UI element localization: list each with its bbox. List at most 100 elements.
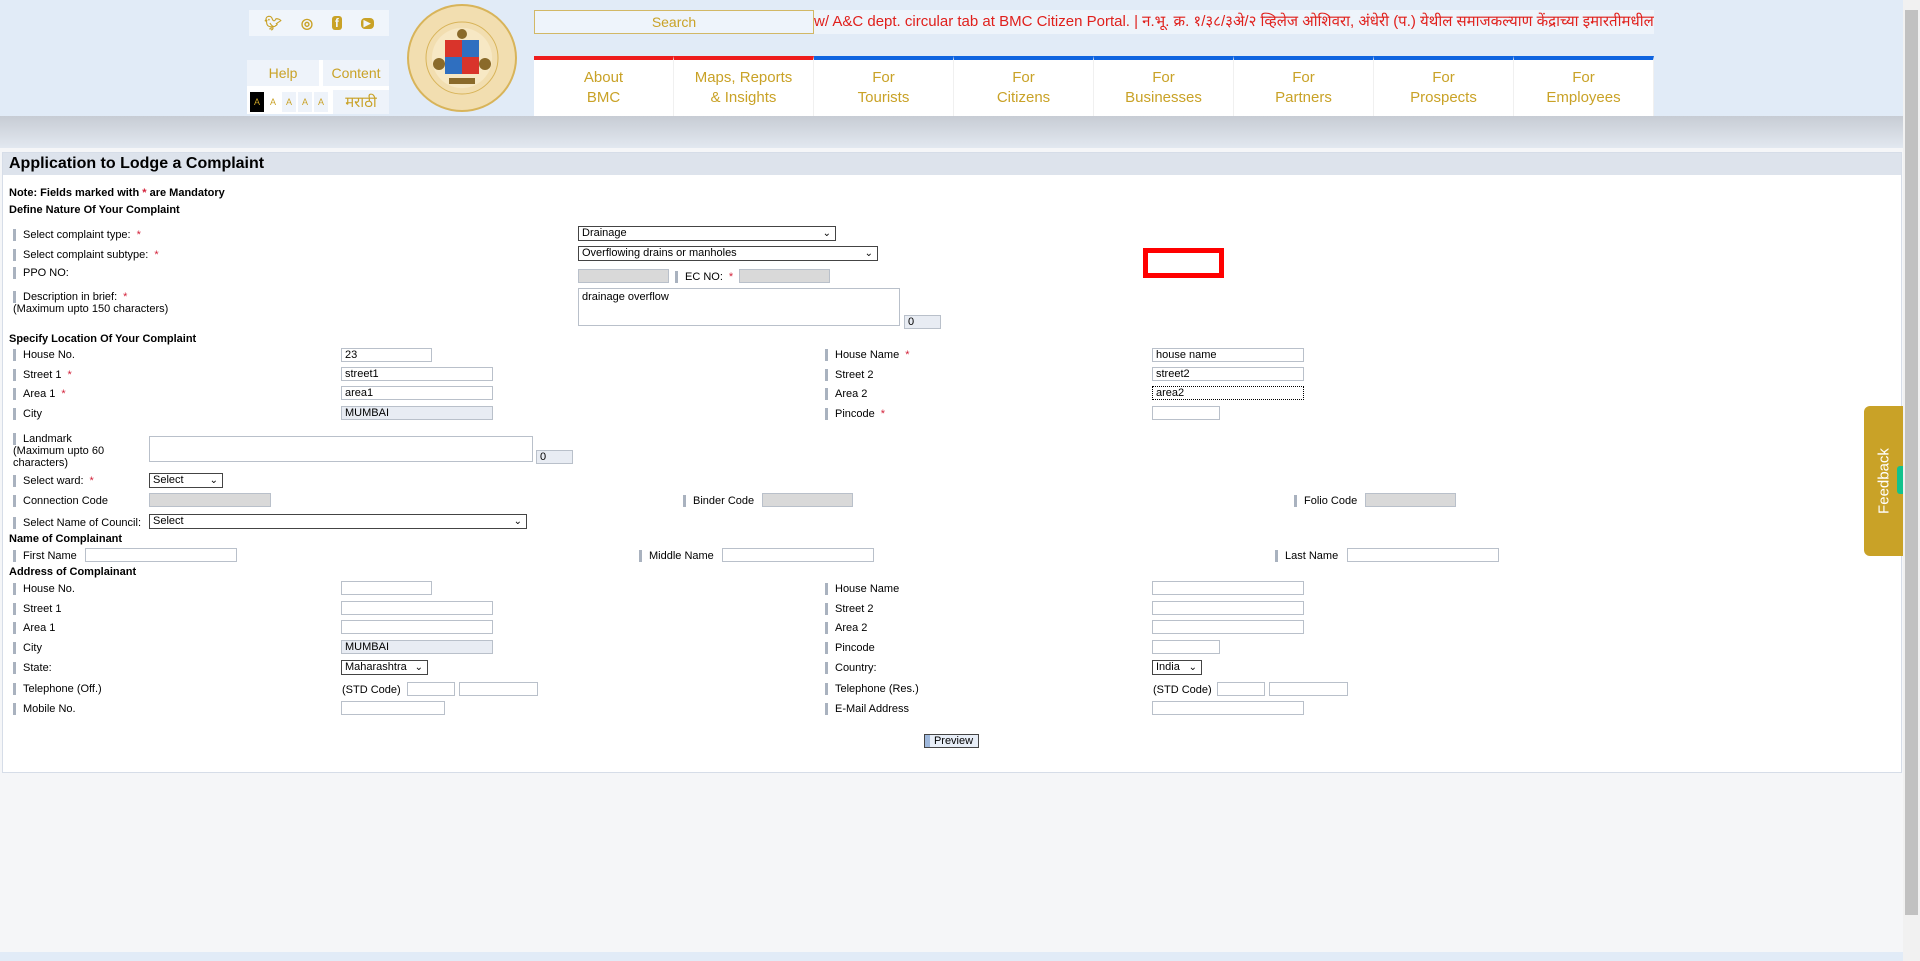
nav-label: For [1152, 69, 1175, 86]
mobile-input[interactable] [341, 701, 445, 715]
connection-code-input[interactable] [149, 493, 271, 507]
youtube-icon[interactable]: ▶ [360, 17, 374, 29]
loc-house-no-label: House No. [13, 349, 75, 361]
addr-street1-input[interactable] [341, 601, 493, 615]
nav-tourists[interactable]: For Tourists [814, 56, 954, 116]
loc-house-no-input[interactable]: 23 [341, 348, 432, 362]
required-star: * [880, 408, 886, 420]
highlight-box [1143, 248, 1224, 278]
council-label: Select Name of Council: [13, 517, 141, 529]
loc-area2-input[interactable]: area2 [1152, 386, 1304, 400]
required-star: * [136, 229, 141, 241]
complaint-subtype-label: Select complaint subtype: * [13, 249, 159, 261]
landmark-input[interactable] [149, 436, 533, 462]
chevron-down-icon: ⌄ [864, 248, 873, 259]
required-star: * [905, 349, 910, 361]
instagram-icon[interactable]: ◎ [301, 15, 313, 32]
nav-label: Businesses [1125, 89, 1202, 106]
ec-input[interactable] [739, 269, 830, 283]
complaint-type-label: Select complaint type: * [13, 229, 141, 241]
font-default-button[interactable]: A [298, 92, 312, 112]
complaint-type-select[interactable]: Drainage ⌄ [578, 226, 836, 241]
news-ticker[interactable]: w/ A&C dept. circular tab at BMC Citizen… [814, 10, 1654, 34]
font-contrast-button[interactable]: A [250, 92, 264, 112]
nav-label: Maps, Reports [694, 69, 793, 86]
facebook-icon[interactable]: f [331, 16, 342, 30]
section-address-heading: Address of Complainant [9, 566, 137, 578]
font-normal-button[interactable]: A [266, 92, 280, 112]
addr-pincode-input[interactable] [1152, 640, 1220, 654]
email-input[interactable] [1152, 701, 1304, 715]
nav-maps-reports[interactable]: Maps, Reports & Insights [674, 56, 814, 116]
description-textarea[interactable]: drainage overflow [578, 288, 900, 326]
ppo-input[interactable] [578, 269, 669, 283]
nav-label: Employees [1546, 89, 1621, 106]
utility-box: Help Content A A A A A मराठी [247, 60, 389, 114]
addr-street2-input[interactable] [1152, 601, 1304, 615]
select-value: Select [153, 474, 184, 486]
tel-res-number-input[interactable] [1269, 682, 1348, 696]
search-input[interactable]: Search [534, 10, 814, 34]
bmc-logo[interactable] [407, 4, 517, 112]
landmark-char-count: 0 [536, 450, 573, 464]
nav-label: For [872, 69, 895, 86]
loc-pincode-input[interactable] [1152, 406, 1220, 420]
font-decrease-button[interactable]: A [282, 92, 296, 112]
nav-citizens[interactable]: For Citizens [954, 56, 1094, 116]
font-increase-button[interactable]: A [314, 92, 328, 112]
loc-area2-label: Area 2 [825, 388, 867, 400]
council-select[interactable]: Select ⌄ [149, 514, 527, 529]
preview-button[interactable]: Preview [924, 734, 979, 748]
folio-code-input[interactable] [1365, 493, 1456, 507]
middle-name-input[interactable] [722, 548, 874, 562]
loc-street1-input[interactable]: street1 [341, 367, 493, 381]
loc-city-input[interactable]: MUMBAI [341, 406, 493, 420]
nav-about-bmc[interactable]: About BMC [534, 56, 674, 116]
twitter-icon[interactable]: 🐦︎ [264, 15, 282, 32]
tel-res-std-input[interactable] [1217, 682, 1265, 696]
ward-select[interactable]: Select ⌄ [149, 473, 223, 488]
tel-off-label: Telephone (Off.) [13, 683, 102, 695]
binder-code-input[interactable] [762, 493, 853, 507]
required-star: * [61, 388, 66, 400]
language-toggle[interactable]: मराठी [333, 90, 389, 114]
label-text: Pincode [835, 408, 875, 420]
label-text: Description in brief: [23, 291, 118, 303]
nav-label: For [1432, 69, 1455, 86]
last-name-input[interactable] [1347, 548, 1499, 562]
nav-businesses[interactable]: For Businesses [1094, 56, 1234, 116]
addr-area1-input[interactable] [341, 620, 493, 634]
chevron-down-icon: ⌄ [209, 475, 218, 486]
note-text: are Mandatory [146, 187, 225, 199]
content-button[interactable]: Content [323, 60, 389, 86]
nav-label: For [1292, 69, 1315, 86]
tel-off-number-input[interactable] [459, 682, 538, 696]
mobile-label: Mobile No. [13, 703, 76, 715]
first-name-input[interactable] [85, 548, 237, 562]
chevron-down-icon: ⌄ [513, 516, 522, 527]
addr-house-name-input[interactable] [1152, 581, 1304, 595]
loc-street2-input[interactable]: street2 [1152, 367, 1304, 381]
addr-street1-label: Street 1 [13, 603, 62, 615]
loc-pincode-label: Pincode * [825, 408, 885, 420]
nav-prospects[interactable]: For Prospects [1374, 56, 1514, 116]
loc-area1-input[interactable]: area1 [341, 386, 493, 400]
addr-city-input[interactable]: MUMBAI [341, 640, 493, 654]
country-select[interactable]: India ⌄ [1152, 660, 1202, 675]
complaint-subtype-select[interactable]: Overflowing drains or manholes ⌄ [578, 246, 878, 261]
nav-partners[interactable]: For Partners [1234, 56, 1374, 116]
loc-house-name-input[interactable]: house name [1152, 348, 1304, 362]
label-text: Select complaint subtype: [23, 249, 149, 261]
help-button[interactable]: Help [247, 60, 319, 86]
last-name-label: Last Name [1275, 550, 1338, 562]
mandatory-note: Note: Fields marked with * are Mandatory [9, 187, 225, 199]
scrollbar-thumb[interactable] [1905, 10, 1918, 915]
addr-house-no-input[interactable] [341, 581, 432, 595]
state-select[interactable]: Maharashtra ⌄ [341, 660, 428, 675]
loc-area1-label: Area 1 * [13, 388, 66, 400]
nav-label: Prospects [1410, 89, 1477, 106]
nav-employees[interactable]: For Employees [1514, 56, 1654, 116]
connection-code-label: Connection Code [13, 495, 108, 507]
addr-area2-input[interactable] [1152, 620, 1304, 634]
tel-off-std-input[interactable] [407, 682, 455, 696]
